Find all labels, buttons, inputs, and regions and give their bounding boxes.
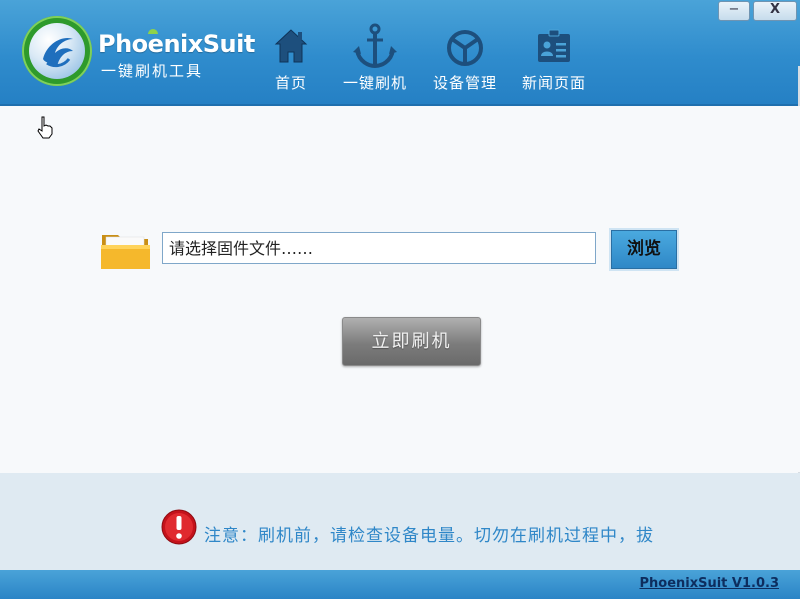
home-icon xyxy=(274,29,308,63)
nav-news-page[interactable]: 新闻页面 xyxy=(516,22,592,100)
device-icon xyxy=(447,30,483,66)
warning-icon xyxy=(161,509,197,545)
nav-label-home: 首页 xyxy=(274,74,307,92)
minimize-button[interactable]: − xyxy=(718,1,750,21)
phoenixsuit-logo xyxy=(22,16,92,86)
nav-label-news-page: 新闻页面 xyxy=(521,74,586,92)
nav-device-management[interactable]: 设备管理 xyxy=(427,22,503,100)
main-panel xyxy=(0,106,800,472)
flash-now-button[interactable]: 立即刷机 xyxy=(342,317,481,366)
nav-label-one-click-flash: 一键刷机 xyxy=(342,74,407,92)
notice-text: 注意：刷机前，请检查设备电量。切勿在刷机过程中，拔 xyxy=(204,526,654,546)
version-link[interactable]: PhoenixSuit V1.0.3 xyxy=(639,576,779,591)
firmware-file-field[interactable] xyxy=(162,232,596,264)
nav-one-click-flash[interactable]: 一键刷机 xyxy=(338,22,412,100)
hand-cursor-icon xyxy=(37,116,53,139)
nav-home[interactable]: 首页 xyxy=(268,22,314,100)
title-bar: PhoenixSuit 一键刷机工具 首页 一键刷机 设备管理 新闻页面 − X xyxy=(0,0,800,106)
news-icon xyxy=(538,29,570,62)
anchor-icon xyxy=(353,23,397,69)
folder-icon xyxy=(101,235,150,269)
close-button[interactable]: X xyxy=(753,1,797,21)
browse-button[interactable]: 浏览 xyxy=(611,230,677,269)
status-bar: PhoenixSuit V1.0.3 xyxy=(0,570,800,599)
app-name: PhoenixSuit xyxy=(98,30,255,58)
nav-label-device-management: 设备管理 xyxy=(432,74,497,92)
app-subtitle: 一键刷机工具 xyxy=(101,62,204,80)
